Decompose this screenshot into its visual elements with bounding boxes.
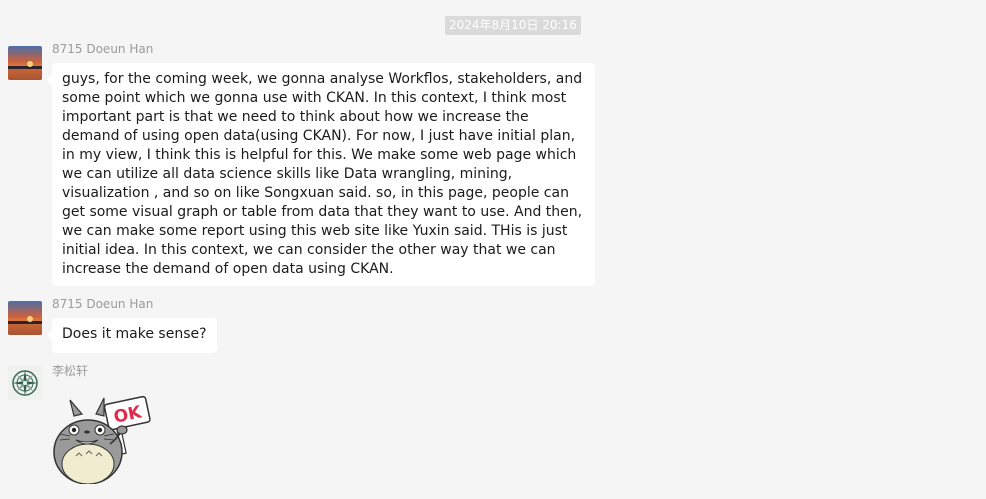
sender-name: 李松轩 — [52, 364, 89, 378]
timestamp: 2024年8月10日 20:16 — [445, 16, 581, 35]
sunset-photo-avatar[interactable] — [8, 46, 42, 80]
chat-window: 2024年8月10日 20:16 8715 Doeun Han guys, fo… — [0, 0, 986, 499]
sender-name: 8715 Doeun Han — [52, 297, 154, 311]
sender-name: 8715 Doeun Han — [52, 42, 154, 56]
message-bubble[interactable]: guys, for the coming week, we gonna anal… — [47, 63, 595, 286]
message-bubble[interactable]: Does it make sense? — [47, 318, 217, 353]
totoro-ok-sticker[interactable]: OK — [52, 394, 152, 485]
sunset-photo-avatar[interactable] — [8, 301, 42, 335]
compass-avatar[interactable] — [8, 366, 42, 400]
